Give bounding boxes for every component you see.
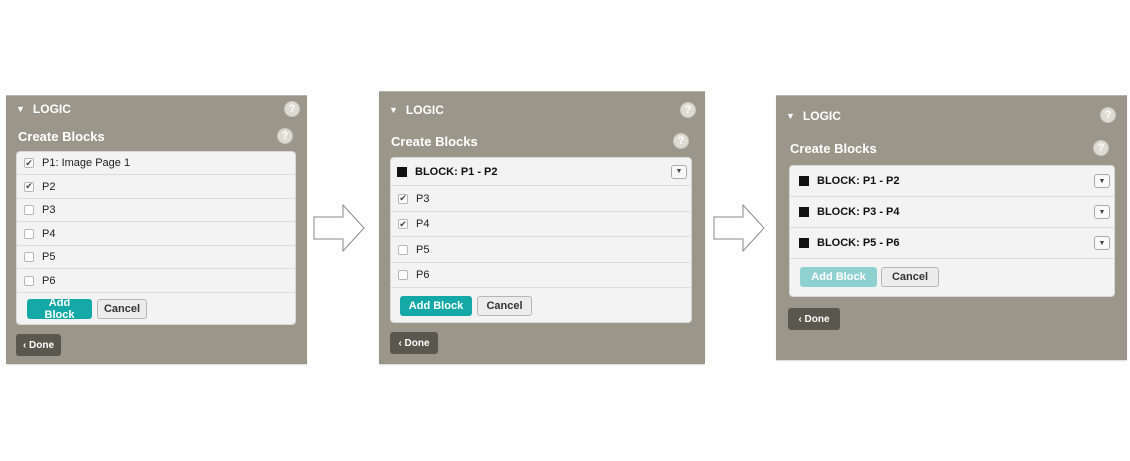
page-checkbox[interactable] xyxy=(24,228,34,239)
logic-title: LOGIC xyxy=(405,103,444,117)
collapse-triangle-icon[interactable]: ▼ xyxy=(786,111,795,121)
done-button[interactable]: ‹ Done xyxy=(16,334,61,356)
page-checkbox-row[interactable]: ✔ P1: Image Page 1 xyxy=(17,152,295,175)
logic-header[interactable]: ▼ LOGIC xyxy=(379,97,705,123)
block-row[interactable]: BLOCK: P3 - P4 ▼ xyxy=(790,197,1114,228)
page-checkbox-row[interactable]: ✔ P2 xyxy=(17,175,295,199)
help-icon[interactable]: ? xyxy=(277,128,293,144)
page-label: P3 xyxy=(416,192,430,205)
logic-title: LOGIC xyxy=(32,102,71,116)
page-checkbox[interactable]: ✔ xyxy=(24,158,34,168)
cancel-button[interactable]: Cancel xyxy=(97,299,147,319)
page-checkbox-row[interactable]: P3 xyxy=(17,199,295,222)
dropdown-chevron-icon[interactable]: ▼ xyxy=(1094,174,1110,188)
page-checkbox-row[interactable]: P4 xyxy=(17,222,295,246)
create-blocks-card: BLOCK: P1 - P2 ▼ ✔ P3 ✔ P4 P5 P6 Add Blo… xyxy=(390,157,692,323)
create-blocks-title: Create Blocks xyxy=(391,134,478,149)
check-icon: ✔ xyxy=(25,181,33,191)
block-label: BLOCK: P5 - P6 xyxy=(817,237,900,249)
page-checkbox-row[interactable]: P6 xyxy=(17,269,295,293)
help-icon[interactable]: ? xyxy=(680,102,696,118)
page-checkbox-row[interactable]: ✔ P3 xyxy=(391,186,691,212)
add-block-button[interactable]: Add Block xyxy=(400,296,472,316)
help-icon[interactable]: ? xyxy=(1093,140,1109,156)
page-checkbox-row[interactable]: P6 xyxy=(391,263,691,288)
page-checkbox[interactable]: ✔ xyxy=(24,181,34,192)
collapse-triangle-icon[interactable]: ▼ xyxy=(16,104,25,114)
block-row[interactable]: BLOCK: P5 - P6 ▼ xyxy=(790,228,1114,259)
page-checkbox[interactable] xyxy=(24,275,34,286)
page-checkbox-row[interactable]: P5 xyxy=(391,237,691,263)
page-checkbox-row[interactable]: P5 xyxy=(17,246,295,269)
check-icon: ✔ xyxy=(399,193,407,203)
page-label: P4 xyxy=(42,227,56,240)
page-label: P4 xyxy=(416,218,430,230)
create-blocks-card: ✔ P1: Image Page 1 ✔ P2 P3 P4 P5 P6 Add … xyxy=(16,151,296,325)
logic-header[interactable]: ▼ LOGIC xyxy=(6,96,307,122)
page-checkbox[interactable] xyxy=(24,205,34,215)
page-label: P2 xyxy=(42,180,56,193)
page-checkbox[interactable] xyxy=(398,270,408,280)
page-label: P5 xyxy=(42,251,56,263)
add-block-button[interactable]: Add Block xyxy=(800,267,877,287)
block-square-icon xyxy=(799,176,809,186)
page-checkbox[interactable] xyxy=(24,252,34,262)
check-icon: ✔ xyxy=(399,218,407,229)
block-label: BLOCK: P1 - P2 xyxy=(817,175,900,187)
page-label: P1: Image Page 1 xyxy=(42,157,131,169)
logic-panel-step-3: ▼ LOGIC ? Create Blocks ? BLOCK: P1 - P2… xyxy=(776,95,1127,360)
block-square-icon xyxy=(799,207,809,217)
block-label: BLOCK: P3 - P4 xyxy=(817,206,900,218)
page-checkbox-row[interactable]: ✔ P4 xyxy=(391,212,691,237)
arrow-right-icon xyxy=(713,204,765,252)
dropdown-chevron-icon[interactable]: ▼ xyxy=(671,164,687,179)
block-label: BLOCK: P1 - P2 xyxy=(415,165,498,178)
help-icon[interactable]: ? xyxy=(284,101,300,117)
add-block-button[interactable]: Add Block xyxy=(27,297,92,321)
collapse-triangle-icon[interactable]: ▼ xyxy=(389,105,398,115)
page-checkbox[interactable]: ✔ xyxy=(398,193,408,204)
block-row[interactable]: BLOCK: P1 - P2 ▼ xyxy=(790,166,1114,197)
create-blocks-title: Create Blocks xyxy=(790,141,877,156)
block-row[interactable]: BLOCK: P1 - P2 ▼ xyxy=(391,158,691,186)
block-square-icon xyxy=(397,166,407,177)
arrow-right-icon xyxy=(313,204,365,252)
done-button[interactable]: ‹ Done xyxy=(788,308,840,330)
cancel-button[interactable]: Cancel xyxy=(477,296,532,316)
cancel-button[interactable]: Cancel xyxy=(881,267,939,287)
logic-header[interactable]: ▼ LOGIC xyxy=(776,103,1127,129)
logic-panel-step-2: ▼ LOGIC ? Create Blocks ? BLOCK: P1 - P2… xyxy=(379,91,705,364)
logic-title: LOGIC xyxy=(802,109,841,123)
dropdown-chevron-icon[interactable]: ▼ xyxy=(1094,205,1110,219)
page-checkbox[interactable]: ✔ xyxy=(398,219,408,229)
dropdown-chevron-icon[interactable]: ▼ xyxy=(1094,236,1110,250)
page-label: P5 xyxy=(416,243,430,256)
page-label: P3 xyxy=(42,204,56,216)
page-checkbox[interactable] xyxy=(398,244,408,255)
help-icon[interactable]: ? xyxy=(1100,107,1116,123)
create-blocks-card: BLOCK: P1 - P2 ▼ BLOCK: P3 - P4 ▼ BLOCK:… xyxy=(789,165,1115,297)
help-icon[interactable]: ? xyxy=(673,133,689,149)
done-button[interactable]: ‹ Done xyxy=(390,332,438,354)
block-square-icon xyxy=(799,238,809,248)
page-label: P6 xyxy=(416,269,430,281)
logic-panel-step-1: ▼ LOGIC ? Create Blocks ? ✔ P1: Image Pa… xyxy=(6,95,307,364)
check-icon: ✔ xyxy=(25,157,33,168)
create-blocks-title: Create Blocks xyxy=(18,129,105,144)
page-label: P6 xyxy=(42,274,56,287)
